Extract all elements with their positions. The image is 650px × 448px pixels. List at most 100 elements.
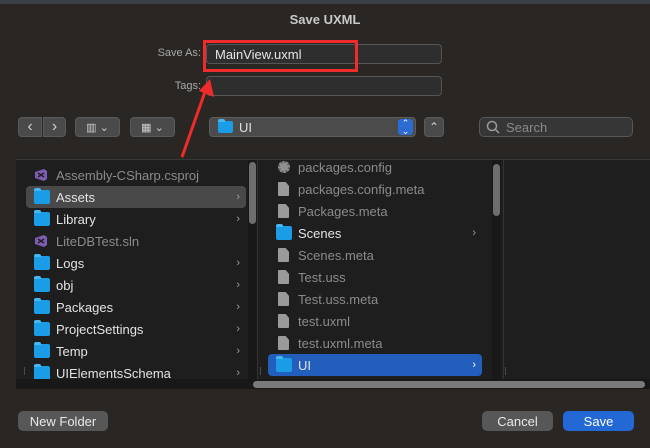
document-icon: [278, 182, 289, 196]
resize-tick: [24, 367, 25, 375]
filename-field[interactable]: MainView.uxml: [206, 44, 442, 64]
file-row[interactable]: Test.uss.meta: [268, 288, 482, 310]
scrollbar-thumb[interactable]: [493, 164, 500, 216]
chevron-left-icon: ‹: [27, 118, 33, 135]
chevron-up-icon: ⌃: [428, 120, 440, 134]
row-label: Assets: [56, 189, 96, 205]
file-row[interactable]: Test.uss: [268, 266, 482, 288]
folder-row[interactable]: Temp ›: [26, 340, 246, 362]
column-1-scrollbar[interactable]: [248, 160, 257, 379]
columns-icon: ▥ ⌄: [86, 121, 109, 134]
chevron-right-icon: ›: [236, 367, 240, 379]
new-folder-button[interactable]: New Folder: [18, 411, 108, 431]
folder-icon: [276, 224, 292, 240]
row-label: Test.uss.meta: [298, 291, 379, 307]
row-label: LiteDBTest.sln: [56, 233, 140, 249]
folder-row[interactable]: ProjectSettings ›: [26, 318, 246, 340]
file-row[interactable]: LiteDBTest.sln: [26, 230, 246, 252]
resize-tick: [505, 367, 506, 375]
scrollbar-thumb[interactable]: [253, 381, 645, 388]
chevron-right-icon: ›: [236, 191, 240, 203]
search-field[interactable]: Search: [479, 117, 633, 137]
scrollbar-thumb[interactable]: [249, 162, 256, 224]
document-icon: [278, 292, 289, 306]
folder-icon: [34, 254, 50, 270]
row-label: obj: [56, 277, 74, 293]
chevron-right-icon: ›: [236, 323, 240, 335]
folder-icon: [218, 119, 233, 133]
folder-row[interactable]: Library ›: [26, 208, 246, 230]
folder-row[interactable]: obj ›: [26, 274, 246, 296]
row-label: test.uxml.meta: [298, 335, 383, 351]
row-label: Library: [56, 211, 96, 227]
row-label: Scenes.meta: [298, 247, 374, 263]
chevron-right-icon: ›: [472, 359, 476, 371]
chevron-right-icon: ›: [236, 257, 240, 269]
row-label: packages.config.meta: [298, 181, 425, 197]
dialog-title: Save UXML: [289, 12, 361, 27]
row-label: Packages.meta: [298, 203, 388, 219]
row-label: Scenes: [298, 225, 342, 241]
chevron-right-icon: ›: [51, 118, 58, 135]
grid-icon: ▦ ⌄: [141, 121, 164, 134]
up-down-chevron-icon: ⌃ ⌄: [398, 119, 413, 136]
location-popup[interactable]: UI ⌃ ⌄: [209, 117, 416, 137]
folder-icon: [34, 276, 50, 292]
folder-row[interactable]: UIElementsSchema ›: [26, 362, 246, 379]
save-as-label: Save As:: [157, 47, 201, 59]
folder-icon: [276, 356, 292, 372]
column-2-scrollbar[interactable]: [492, 160, 501, 379]
folder-icon: [34, 188, 50, 204]
folder-row[interactable]: Logs ›: [26, 252, 246, 274]
back-button[interactable]: ‹: [18, 117, 42, 137]
folder-row[interactable]: UI ›: [268, 354, 482, 376]
document-icon: [278, 314, 289, 328]
resize-tick: [260, 367, 261, 375]
file-row[interactable]: packages.config: [268, 160, 482, 178]
column-view-button[interactable]: ▥ ⌄: [75, 117, 120, 137]
vs-project-icon: [34, 168, 48, 182]
document-icon: [278, 336, 289, 350]
column-2: packages.config packages.config.meta Packa…: [268, 160, 482, 379]
column-divider[interactable]: [257, 160, 258, 389]
row-label: packages.config: [298, 160, 392, 175]
folder-row[interactable]: Packages ›: [26, 296, 246, 318]
folder-icon: [34, 320, 50, 336]
document-icon: [278, 270, 289, 284]
row-label: Logs: [56, 255, 85, 271]
vs-solution-icon: [34, 234, 48, 248]
column-divider[interactable]: [503, 160, 504, 389]
file-row[interactable]: Packages.meta: [268, 200, 482, 222]
search-placeholder: Search: [506, 119, 548, 135]
horizontal-scrollbar[interactable]: [16, 379, 650, 389]
forward-button[interactable]: ›: [43, 117, 66, 137]
save-button[interactable]: Save: [563, 411, 634, 431]
tags-field[interactable]: [206, 76, 442, 96]
file-row[interactable]: Scenes.meta: [268, 244, 482, 266]
row-label: test.uxml: [298, 313, 351, 329]
folder-icon: [34, 342, 50, 358]
row-label: Packages: [56, 299, 114, 315]
folder-row[interactable]: Assets ›: [26, 186, 246, 208]
location-label: UI: [239, 119, 252, 135]
document-icon: [278, 248, 289, 262]
search-icon: [486, 120, 500, 134]
expand-collapse-button[interactable]: ⌃: [424, 117, 444, 137]
file-row[interactable]: packages.config.meta: [268, 178, 482, 200]
row-label: UI: [298, 357, 311, 373]
chevron-right-icon: ›: [236, 345, 240, 357]
row-label: Assembly-CSharp.csproj: [56, 167, 200, 183]
folder-row[interactable]: Scenes ›: [268, 222, 482, 244]
chevron-right-icon: ›: [236, 301, 240, 313]
chevron-right-icon: ›: [472, 227, 476, 239]
folder-icon: [34, 210, 50, 226]
chevron-right-icon: ›: [236, 279, 240, 291]
file-row[interactable]: Assembly-CSharp.csproj: [26, 164, 246, 186]
file-row[interactable]: test.uxml.meta: [268, 332, 482, 354]
file-row[interactable]: test.uxml: [268, 310, 482, 332]
row-label: ProjectSettings: [56, 321, 144, 337]
row-label: Temp: [56, 343, 88, 359]
group-view-button[interactable]: ▦ ⌄: [130, 117, 175, 137]
cancel-button[interactable]: Cancel: [482, 411, 553, 431]
row-label: Test.uss: [298, 269, 346, 285]
